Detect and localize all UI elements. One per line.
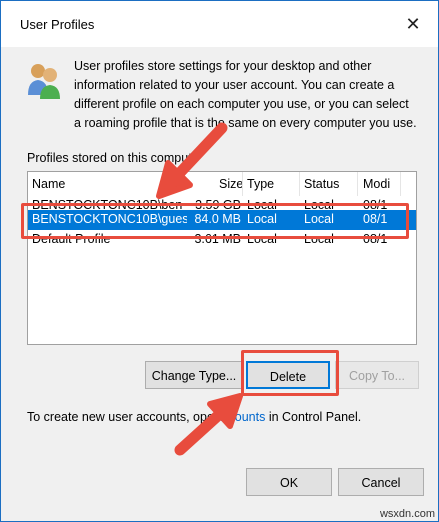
- profiles-group-label: Profiles stored on this compute: [27, 151, 199, 165]
- window-title: User Profiles: [20, 17, 95, 32]
- footer-text: To create new user accounts, opeAccounts…: [27, 410, 361, 424]
- header-divider[interactable]: [357, 172, 358, 196]
- watermark: wsxdn.com: [379, 508, 435, 520]
- footer-prefix: To create new user accounts, ope: [27, 410, 214, 424]
- users-icon: [28, 64, 60, 99]
- change-type-button[interactable]: Change Type...: [145, 361, 243, 389]
- user-accounts-link[interactable]: Accounts: [214, 410, 265, 424]
- header-divider[interactable]: [400, 172, 401, 196]
- column-header-modified[interactable]: Modi: [363, 177, 390, 191]
- cancel-button[interactable]: Cancel: [338, 468, 424, 496]
- column-header-type[interactable]: Type: [247, 177, 274, 191]
- profiles-list[interactable]: Name Size Type Status Modi BENSTOCKTONC1…: [27, 171, 417, 345]
- selected-row-highlight: [21, 203, 409, 239]
- close-icon[interactable]: ✕: [402, 13, 424, 35]
- copy-to-button: Copy To...: [335, 361, 419, 389]
- column-header-size[interactable]: Size: [219, 177, 243, 191]
- ok-button[interactable]: OK: [246, 468, 332, 496]
- header-divider[interactable]: [299, 172, 300, 196]
- column-header-status[interactable]: Status: [304, 177, 339, 191]
- delete-button-highlight: [241, 350, 339, 396]
- footer-suffix: in Control Panel.: [265, 410, 362, 424]
- intro-text: User profiles store settings for your de…: [74, 59, 417, 130]
- title-bar: User Profiles ✕: [1, 1, 438, 47]
- user-profiles-dialog: User Profiles ✕ User profiles store sett…: [0, 0, 439, 522]
- column-header-name[interactable]: Name: [32, 177, 65, 191]
- header-divider[interactable]: [242, 172, 243, 196]
